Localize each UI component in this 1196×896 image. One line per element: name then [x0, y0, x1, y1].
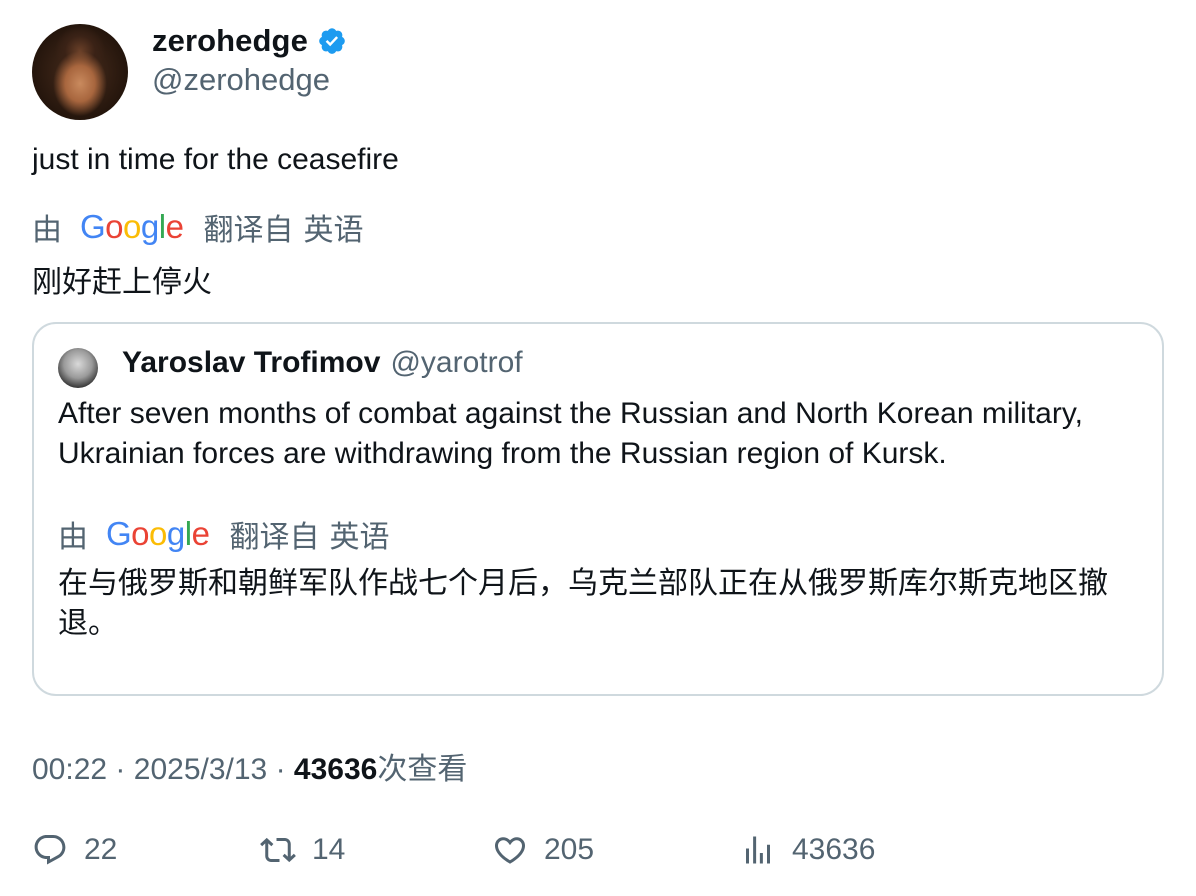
quoted-author-name[interactable]: Yaroslav Trofimov	[122, 346, 380, 380]
tweet-text: just in time for the ceasefire	[32, 143, 399, 176]
tweet-time[interactable]: 00:22	[32, 753, 107, 786]
action-bar: 22 14 205 43636	[32, 828, 1164, 872]
meta-separator: ·	[115, 753, 126, 786]
reply-count: 22	[84, 833, 118, 866]
reply-icon	[34, 835, 66, 865]
like-count: 205	[544, 833, 595, 866]
retweet-icon	[260, 837, 296, 863]
views-action-count: 43636	[792, 833, 876, 866]
views-chart-icon	[746, 836, 770, 864]
author-handle[interactable]: @zerohedge	[152, 62, 330, 98]
quoted-tweet-text: After seven months of combat against the…	[58, 397, 1083, 470]
reply-button[interactable]: 22	[32, 828, 117, 872]
heart-icon	[494, 837, 526, 864]
quoted-translated-from-label: 翻译自	[229, 521, 320, 554]
quoted-tweet-translation: 在与俄罗斯和朝鲜军队作战七个月后，乌克兰部队正在从俄罗斯库尔斯克地区撤退。	[58, 567, 1108, 640]
quoted-source-language: 英语	[329, 521, 390, 554]
author-display-name[interactable]: zerohedge	[152, 23, 308, 59]
quoted-tweet-card[interactable]: Yaroslav Trofimov @yarotrof After seven …	[32, 322, 1164, 696]
views-label: 次查看	[377, 753, 468, 786]
translated-from-label: 翻译自	[203, 214, 294, 247]
quoted-translation-attribution: 由 Google 翻译自 英语	[58, 515, 389, 554]
retweet-button[interactable]: 14	[260, 828, 345, 872]
like-button[interactable]: 205	[492, 828, 594, 872]
quoted-author-row: Yaroslav Trofimov @yarotrof	[122, 346, 523, 380]
verified-badge-icon[interactable]	[317, 26, 347, 56]
meta-separator: ·	[275, 753, 286, 786]
quoted-author-avatar[interactable]	[58, 348, 98, 388]
quoted-author-handle[interactable]: @yarotrof	[390, 346, 522, 380]
translation-by-label: 由	[32, 214, 62, 247]
author-name-row: zerohedge	[152, 22, 347, 60]
quoted-google-logo[interactable]: Google	[106, 515, 210, 553]
tweet-date[interactable]: 2025/3/13	[134, 753, 267, 786]
views-count: 43636	[293, 753, 378, 786]
google-logo[interactable]: Google	[80, 208, 184, 246]
tweet-translation: 刚好赶上停火	[32, 266, 212, 299]
views-button[interactable]: 43636	[740, 828, 875, 872]
tweet-meta: 00:22 · 2025/3/13 · 43636次查看	[32, 744, 467, 788]
author-avatar[interactable]	[32, 24, 128, 120]
retweet-count: 14	[312, 833, 346, 866]
quoted-translation-by-label: 由	[58, 521, 88, 554]
source-language: 英语	[303, 214, 364, 247]
translation-attribution: 由 Google 翻译自 英语	[32, 208, 363, 247]
